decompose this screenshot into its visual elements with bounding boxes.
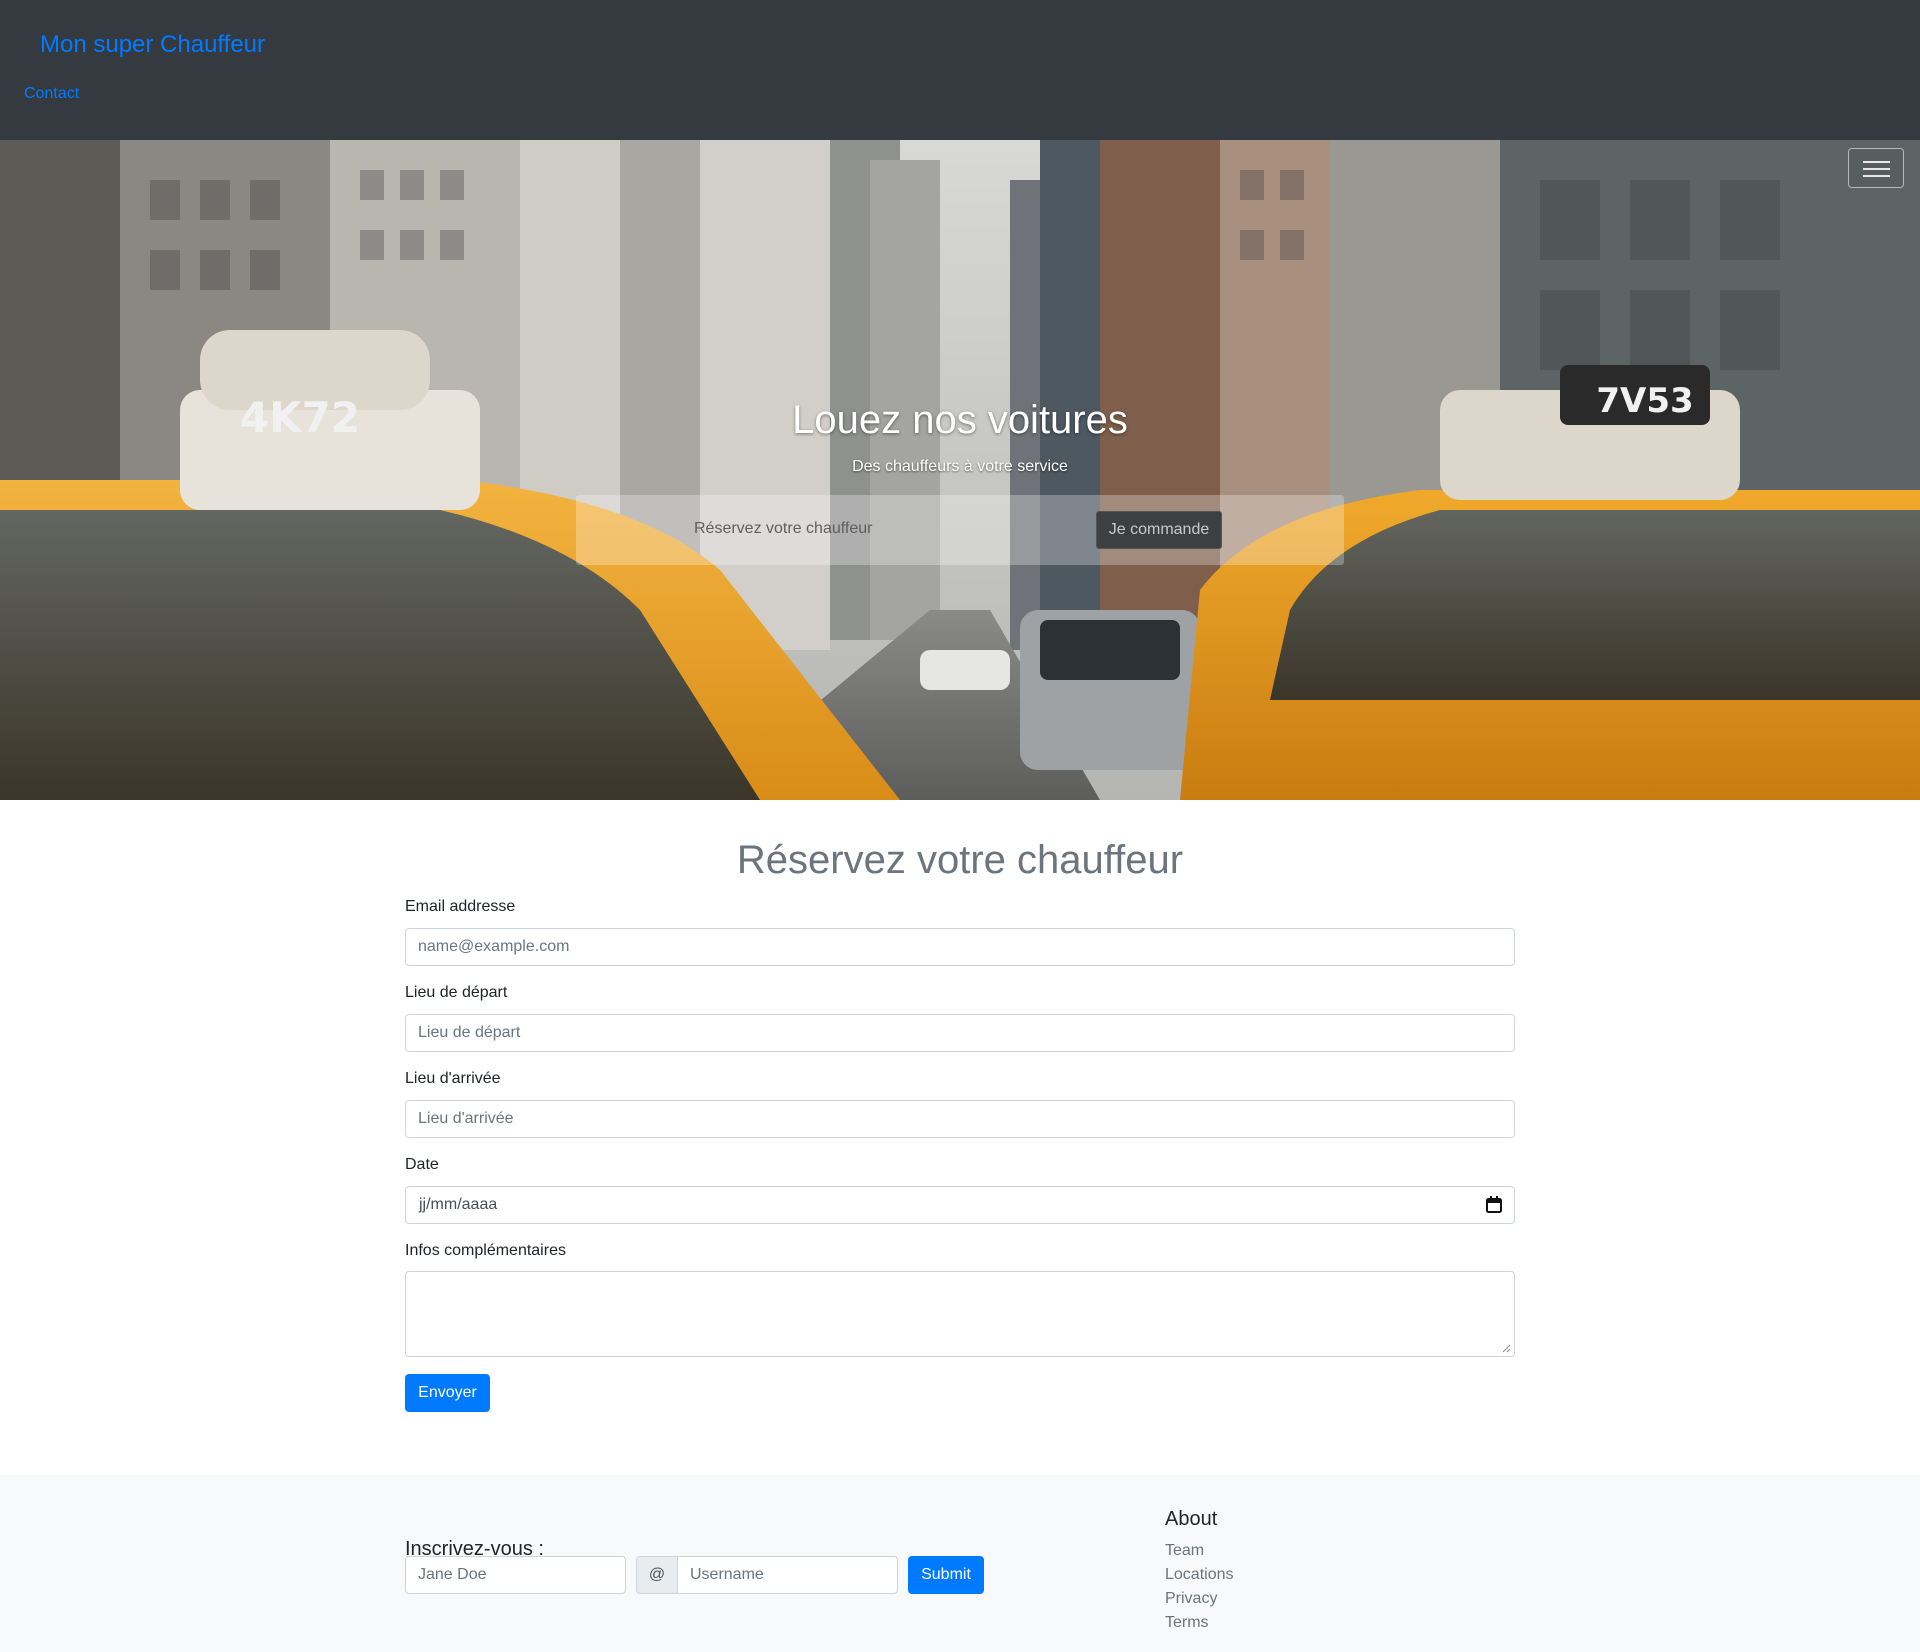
at-symbol-addon: @ [636, 1556, 678, 1594]
order-button[interactable]: Je commande [1096, 511, 1222, 549]
navbar-brand[interactable]: Mon super Chauffeur [40, 30, 265, 60]
date-field[interactable]: jj/mm/aaaa [405, 1186, 1515, 1224]
hamburger-menu-icon [1863, 175, 1890, 177]
hero-title: Louez nos voitures [792, 398, 1128, 442]
navbar-toggler-button[interactable] [1848, 148, 1904, 188]
depart-field[interactable] [405, 1014, 1515, 1052]
send-button[interactable]: Envoyer [405, 1374, 490, 1412]
username-input[interactable] [677, 1556, 898, 1594]
infos-label: Infos complémentaires [405, 1242, 566, 1259]
email-field[interactable] [405, 928, 1515, 966]
hero-search-box: Je commande [576, 495, 1344, 565]
form-title: Réservez votre chauffeur [736, 838, 1184, 882]
about-link-team[interactable]: Team [1165, 1542, 1204, 1560]
hero-subtitle: Des chauffeurs à votre service [852, 458, 1068, 475]
arrivee-field[interactable] [405, 1100, 1515, 1138]
name-input[interactable] [405, 1556, 626, 1594]
arrivee-label: Lieu d'arrivée [405, 1070, 501, 1087]
hamburger-menu-icon [1863, 168, 1890, 170]
resize-grip-icon[interactable] [1502, 1344, 1511, 1353]
depart-label: Lieu de départ [405, 984, 508, 1001]
about-title: About [1165, 1508, 1218, 1530]
footer: Inscrivez-vous : @ Submit About Team Loc… [0, 1475, 1920, 1652]
submit-button[interactable]: Submit [908, 1556, 984, 1594]
nav-link-contact[interactable]: Contact [24, 85, 79, 103]
hero-section: 4K72 7V53 Louez nos voitures Des chauffe… [0, 140, 1920, 800]
email-label: Email addresse [405, 898, 516, 915]
hero-search-input[interactable] [686, 509, 1046, 549]
about-link-locations[interactable]: Locations [1165, 1566, 1234, 1584]
infos-textarea[interactable] [405, 1271, 1515, 1357]
about-link-terms[interactable]: Terms [1165, 1614, 1209, 1632]
calendar-icon[interactable] [1486, 1196, 1502, 1213]
hamburger-menu-icon [1863, 161, 1890, 163]
date-label: Date [405, 1156, 439, 1173]
about-link-privacy[interactable]: Privacy [1165, 1590, 1217, 1608]
date-value: jj/mm/aaaa [419, 1196, 498, 1213]
navbar: Mon super Chauffeur Contact [0, 0, 1920, 140]
